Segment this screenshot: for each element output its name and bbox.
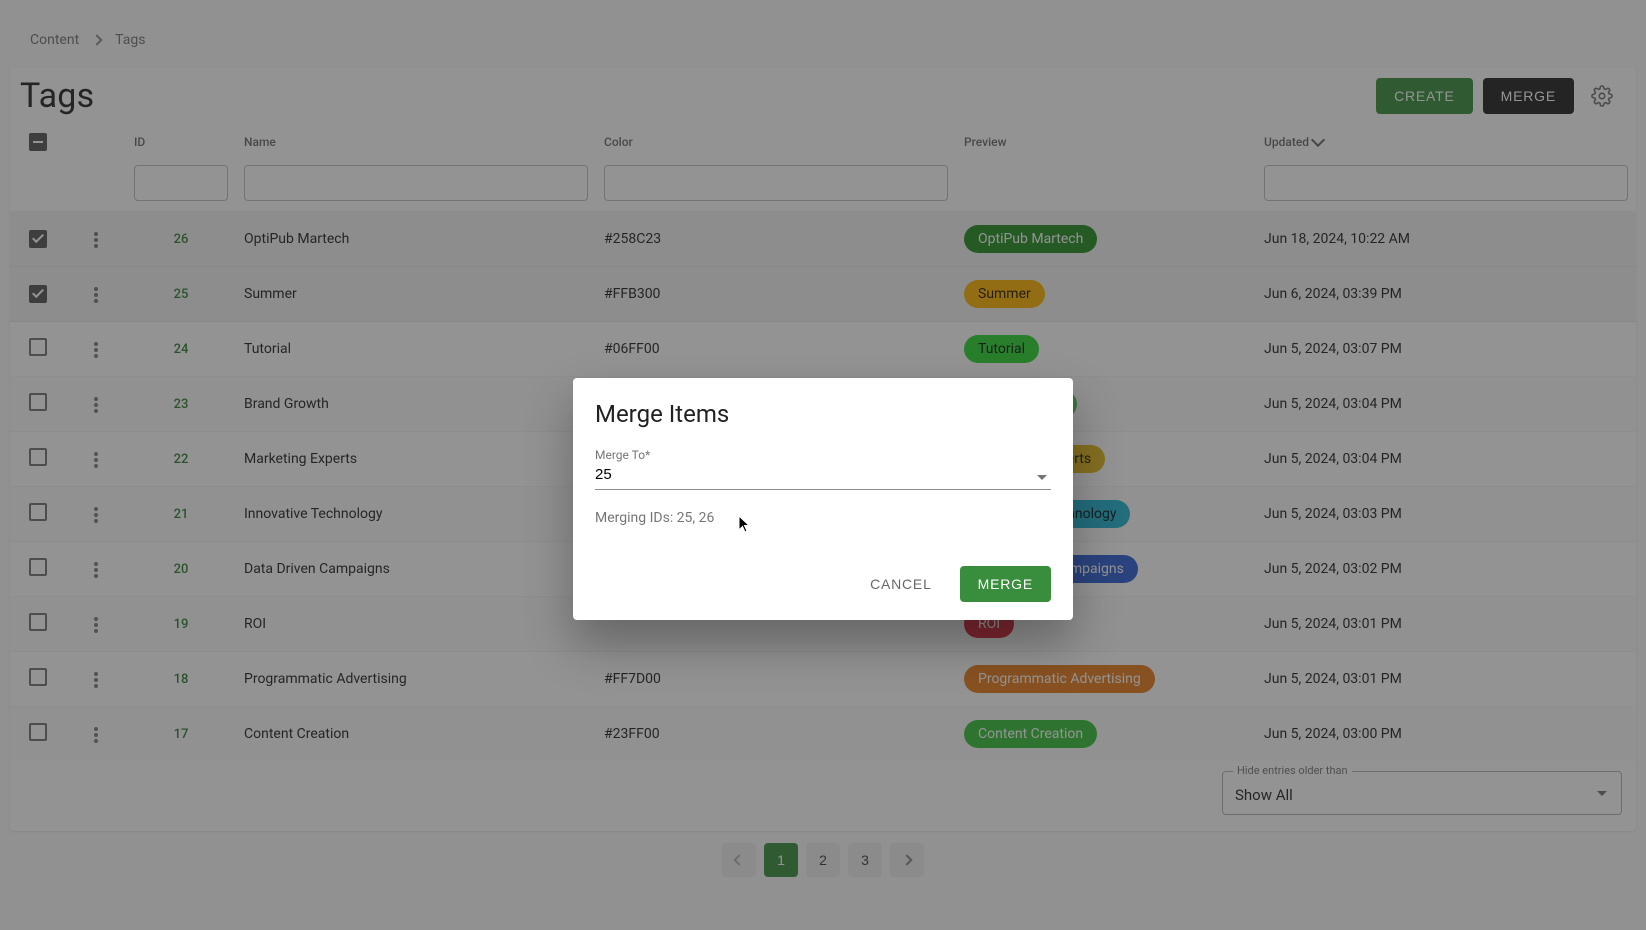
dialog-title: Merge Items (595, 400, 1051, 428)
merge-to-input[interactable] (595, 464, 1051, 490)
merge-to-label: Merge To* (595, 448, 1051, 462)
merge-dialog: Merge Items Merge To* Merging IDs: 25, 2… (573, 378, 1073, 620)
merge-to-field[interactable]: Merge To* (595, 448, 1051, 490)
cancel-button[interactable]: CANCEL (852, 566, 950, 602)
caret-down-icon (1037, 475, 1047, 480)
dialog-scrim[interactable]: Merge Items Merge To* Merging IDs: 25, 2… (0, 0, 1646, 930)
dialog-merge-button[interactable]: MERGE (960, 566, 1051, 602)
merging-ids-text: Merging IDs: 25, 26 (595, 510, 1051, 526)
